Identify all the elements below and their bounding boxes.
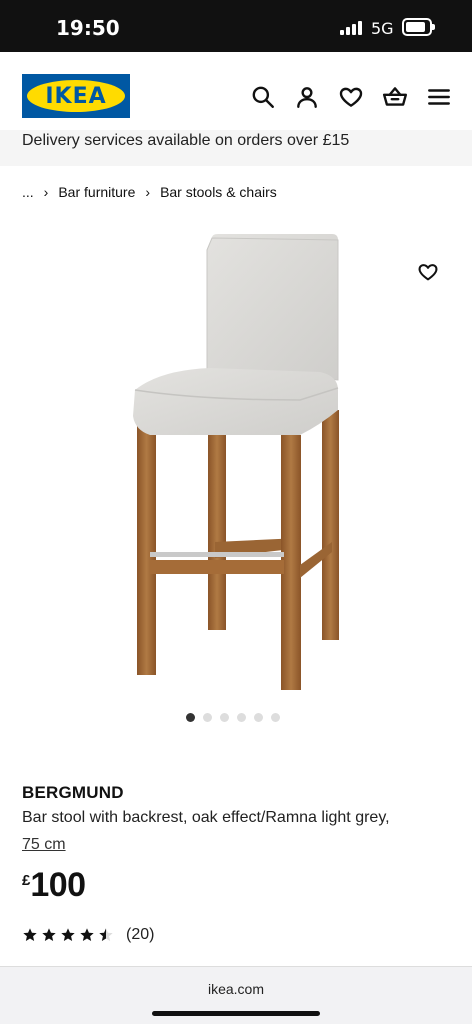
site-header: IKEA xyxy=(0,52,472,140)
star-icon xyxy=(23,928,37,941)
home-indicator xyxy=(152,1011,320,1016)
product-name: BERGMUND xyxy=(22,783,124,802)
status-bar: 19:50 5G xyxy=(0,0,472,52)
heart-icon xyxy=(418,264,438,281)
carousel-dot[interactable] xyxy=(220,713,229,722)
basket-icon[interactable] xyxy=(382,84,408,110)
review-count[interactable]: (20) xyxy=(126,926,154,944)
rating-stars xyxy=(22,927,114,943)
product-size-link[interactable]: 75 cm xyxy=(22,836,66,854)
signal-icon xyxy=(340,21,364,35)
star-icon xyxy=(80,928,94,941)
star-icon xyxy=(99,928,113,941)
battery-icon xyxy=(402,18,435,36)
chevron-right-icon: › xyxy=(43,184,49,200)
breadcrumb-item-bar-furniture[interactable]: Bar furniture xyxy=(58,184,135,200)
carousel-dot[interactable] xyxy=(271,713,280,722)
logo-text: IKEA xyxy=(45,84,107,109)
ikea-logo[interactable]: IKEA xyxy=(22,74,130,118)
breadcrumb-item-bar-stools[interactable]: Bar stools & chairs xyxy=(160,184,277,200)
url-text: ikea.com xyxy=(207,981,265,997)
carousel-dot[interactable] xyxy=(186,713,195,722)
price-value: 100 xyxy=(30,866,86,904)
search-icon[interactable] xyxy=(250,84,276,110)
carousel-dot[interactable] xyxy=(203,713,212,722)
product-price: £ 100 xyxy=(22,866,86,905)
star-icon xyxy=(42,928,56,941)
delivery-banner-text: Delivery services available on orders ov… xyxy=(22,132,350,149)
price-currency: £ xyxy=(22,872,31,889)
product-image[interactable] xyxy=(0,220,472,696)
menu-icon[interactable] xyxy=(426,84,452,110)
browser-address-bar[interactable]: ikea.com xyxy=(0,966,472,1024)
account-icon[interactable] xyxy=(294,84,320,110)
add-to-wishlist-button[interactable] xyxy=(406,250,450,294)
status-time: 19:50 xyxy=(56,16,120,40)
product-description: Bar stool with backrest, oak effect/Ramn… xyxy=(22,809,390,826)
breadcrumb: ... › Bar furniture › Bar stools & chair… xyxy=(22,182,277,202)
wishlist-icon[interactable] xyxy=(338,84,364,110)
delivery-banner[interactable]: Delivery services available on orders ov… xyxy=(0,130,472,166)
image-carousel-dots xyxy=(186,713,280,722)
product-rating[interactable]: (20) xyxy=(22,926,154,944)
bar-stool-image xyxy=(133,234,339,690)
network-type: 5G xyxy=(371,19,394,38)
star-icon xyxy=(61,928,75,941)
breadcrumb-ellipsis[interactable]: ... xyxy=(22,184,34,200)
carousel-dot[interactable] xyxy=(237,713,246,722)
carousel-dot[interactable] xyxy=(254,713,263,722)
chevron-right-icon: › xyxy=(145,184,151,200)
